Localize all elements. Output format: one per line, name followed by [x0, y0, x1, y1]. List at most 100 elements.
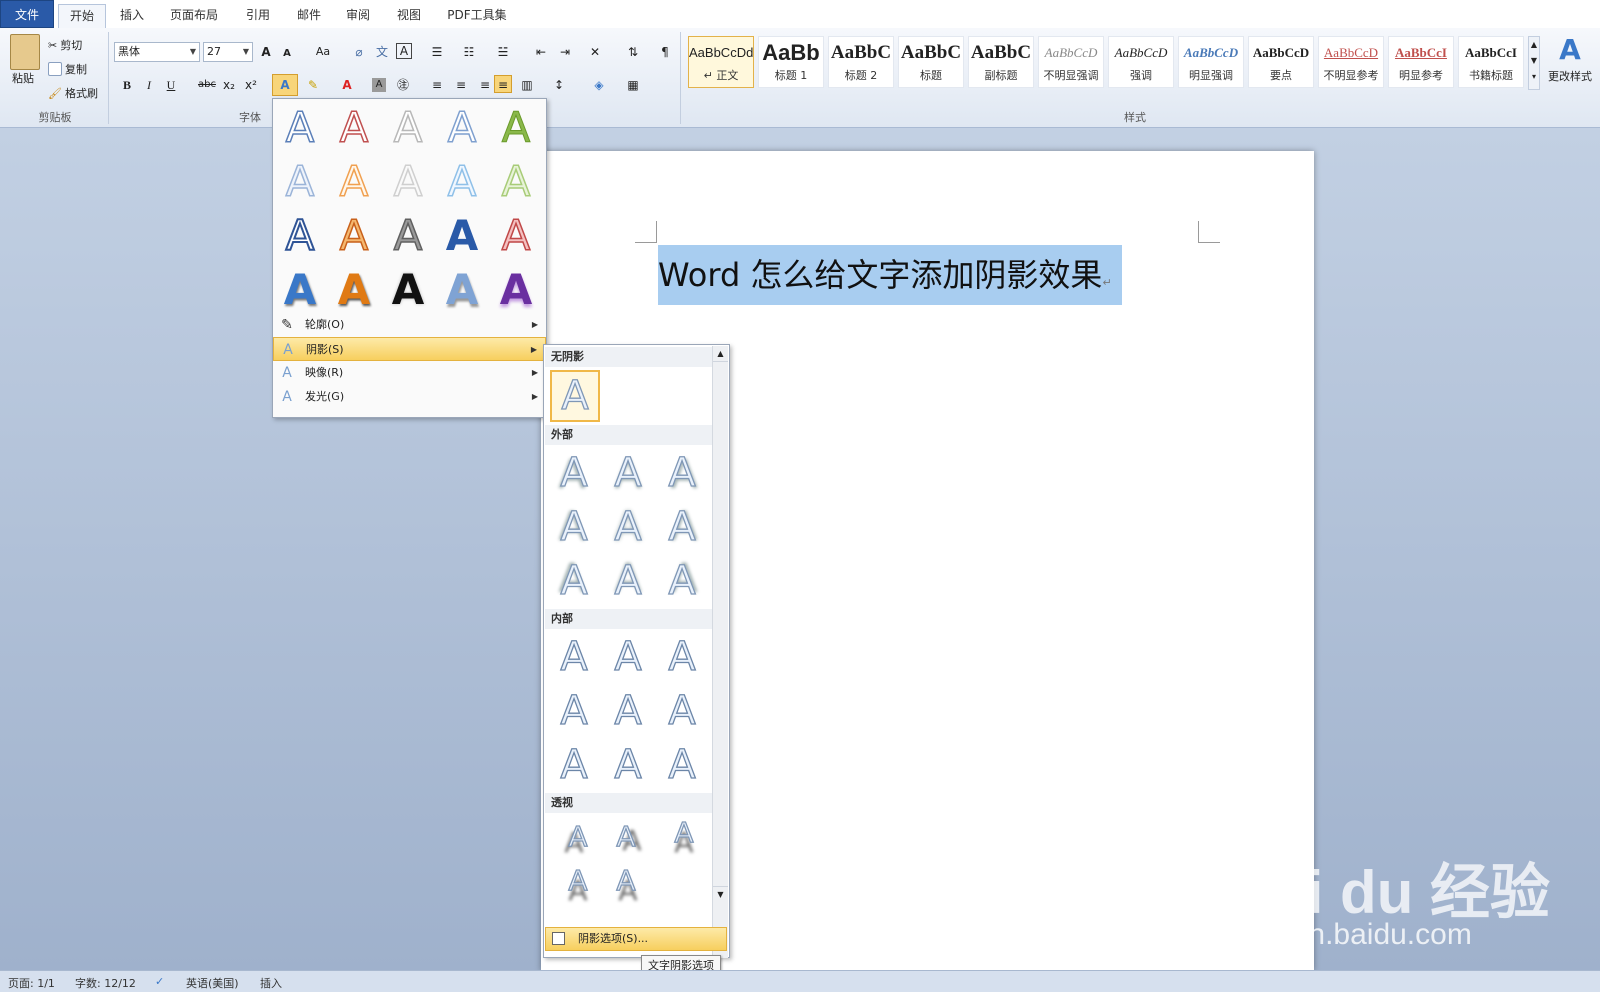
- effect-swatch[interactable]: A: [493, 104, 539, 151]
- tab-insert[interactable]: 插入: [110, 4, 154, 29]
- style-subtle-emphasis[interactable]: AaBbCcD 不明显强调: [1038, 36, 1104, 88]
- shadow-outer-option[interactable]: A: [660, 557, 704, 605]
- shading-icon[interactable]: ◈: [590, 76, 608, 94]
- change-case-button[interactable]: Aa: [310, 43, 336, 61]
- shadow-outer-option[interactable]: A: [552, 503, 596, 551]
- document-title-text[interactable]: Word 怎么给文字添加阴影效果↵: [658, 245, 1122, 305]
- style-intense-emphasis[interactable]: AaBbCcD 明显强调: [1178, 36, 1244, 88]
- character-border-icon[interactable]: A: [396, 43, 412, 59]
- style-normal[interactable]: AaBbCcDd ↵ 正文: [688, 36, 754, 88]
- underline-button[interactable]: U: [162, 76, 180, 94]
- status-language[interactable]: 英语(美国): [186, 975, 239, 991]
- style-book-title[interactable]: AaBbCcI 书籍标题: [1458, 36, 1524, 88]
- align-right-icon[interactable]: ≡: [476, 76, 494, 94]
- copy-button[interactable]: 复制: [48, 61, 87, 77]
- shadow-outer-option[interactable]: A: [606, 503, 650, 551]
- character-shading-icon[interactable]: A: [372, 78, 386, 92]
- effect-swatch[interactable]: A: [385, 104, 431, 152]
- font-name-combo[interactable]: 黑体 ▼: [114, 42, 200, 62]
- style-subtle-reference[interactable]: AaBbCcD 不明显参考: [1318, 36, 1384, 88]
- tab-file[interactable]: 文件: [0, 0, 54, 28]
- style-heading-2[interactable]: AaBbC 标题 2: [828, 36, 894, 88]
- style-subtitle[interactable]: AaBbC 副标题: [968, 36, 1034, 88]
- chinese-layout-icon[interactable]: ✕: [586, 43, 604, 61]
- effect-swatch[interactable]: A: [385, 212, 431, 260]
- effect-swatch[interactable]: A: [439, 158, 485, 206]
- menu-item-outline[interactable]: ✎ 轮廓(O) ▶: [273, 313, 546, 337]
- effect-swatch[interactable]: A: [331, 267, 377, 313]
- enclose-characters-icon[interactable]: ㊟: [394, 76, 412, 94]
- borders-icon[interactable]: ▦: [624, 76, 642, 94]
- shadow-inner-option[interactable]: A: [606, 687, 650, 735]
- sort-icon[interactable]: ⇅: [624, 43, 642, 61]
- effect-swatch[interactable]: A: [385, 267, 431, 313]
- effect-swatch[interactable]: A: [493, 212, 539, 260]
- status-page[interactable]: 页面: 1/1: [8, 975, 55, 991]
- effect-swatch[interactable]: A: [331, 104, 377, 152]
- effect-swatch[interactable]: A: [493, 267, 539, 313]
- shadow-perspective-option[interactable]: A: [604, 857, 648, 905]
- menu-item-shadow[interactable]: A 阴影(S) ▶: [273, 337, 546, 361]
- tab-review[interactable]: 审阅: [336, 4, 380, 29]
- shadow-outer-option[interactable]: A: [552, 449, 596, 497]
- effect-swatch[interactable]: A: [385, 158, 431, 206]
- style-emphasis[interactable]: AaBbCcD 强调: [1108, 36, 1174, 88]
- justify-icon[interactable]: ≡: [494, 75, 512, 93]
- scroll-down-icon[interactable]: ▼: [713, 886, 728, 902]
- phonetic-guide-icon[interactable]: 文: [373, 43, 391, 61]
- effect-swatch[interactable]: A: [439, 213, 485, 259]
- format-painter-button[interactable]: 🖌 格式刷: [48, 85, 98, 101]
- effect-swatch[interactable]: A: [331, 158, 377, 206]
- shadow-none-option[interactable]: A: [550, 370, 600, 422]
- shadow-inner-option[interactable]: A: [606, 741, 650, 789]
- style-intense-reference[interactable]: AaBbCcI 明显参考: [1388, 36, 1454, 88]
- proofing-icon[interactable]: ✓: [155, 975, 164, 988]
- status-word-count[interactable]: 字数: 12/12: [75, 975, 136, 991]
- style-heading-1[interactable]: AaBb 标题 1: [758, 36, 824, 88]
- scroll-up-icon[interactable]: ▲: [713, 346, 728, 362]
- effect-swatch[interactable]: A: [277, 267, 323, 313]
- strikethrough-button[interactable]: abc: [196, 76, 218, 94]
- shadow-outer-option[interactable]: A: [606, 449, 650, 497]
- decrease-indent-icon[interactable]: ⇤: [532, 43, 550, 61]
- tab-mailings[interactable]: 邮件: [287, 4, 331, 29]
- highlight-icon[interactable]: ✎: [304, 76, 322, 94]
- cut-button[interactable]: ✂ 剪切: [48, 37, 82, 53]
- shadow-inner-option[interactable]: A: [606, 633, 650, 681]
- menu-item-reflection[interactable]: A 映像(R) ▶: [273, 361, 546, 385]
- menu-item-glow[interactable]: A 发光(G) ▶: [273, 385, 546, 409]
- grow-font-button[interactable]: A: [257, 43, 275, 61]
- subscript-button[interactable]: x₂: [220, 76, 238, 94]
- line-spacing-icon[interactable]: ↕: [550, 76, 568, 94]
- tab-view[interactable]: 视图: [387, 4, 431, 29]
- shadow-outer-option[interactable]: A: [606, 557, 650, 605]
- tab-pdf-tools[interactable]: PDF工具集: [442, 4, 512, 29]
- effect-swatch[interactable]: A: [439, 267, 485, 313]
- shadow-outer-option[interactable]: A: [660, 449, 704, 497]
- shadow-inner-option[interactable]: A: [660, 741, 704, 789]
- shadow-inner-option[interactable]: A: [552, 633, 596, 681]
- numbering-icon[interactable]: ☷: [460, 43, 478, 61]
- submenu-scrollbar[interactable]: ▲ ▼: [712, 346, 728, 958]
- superscript-button[interactable]: x²: [242, 76, 260, 94]
- shadow-perspective-option[interactable]: A: [556, 857, 600, 905]
- tab-home[interactable]: 开始: [58, 4, 106, 30]
- tab-page-layout[interactable]: 页面布局: [162, 4, 226, 29]
- effect-swatch[interactable]: A: [277, 104, 323, 152]
- shadow-outer-option[interactable]: A: [660, 503, 704, 551]
- shadow-inner-option[interactable]: A: [660, 633, 704, 681]
- style-title[interactable]: AaBbC 标题: [898, 36, 964, 88]
- effect-swatch[interactable]: A: [277, 212, 323, 260]
- bullets-icon[interactable]: ☰: [428, 43, 446, 61]
- shadow-inner-option[interactable]: A: [552, 687, 596, 735]
- paste-button[interactable]: 粘贴: [12, 70, 34, 86]
- paste-icon[interactable]: [10, 34, 40, 70]
- shadow-perspective-option[interactable]: A: [604, 813, 648, 861]
- shadow-inner-option[interactable]: A: [660, 687, 704, 735]
- align-left-icon[interactable]: ≡: [428, 76, 446, 94]
- font-size-combo[interactable]: 27 ▼: [203, 42, 253, 62]
- effect-swatch[interactable]: A: [439, 104, 485, 152]
- bold-button[interactable]: B: [118, 76, 136, 94]
- multilevel-list-icon[interactable]: ☱: [494, 43, 512, 61]
- effect-swatch[interactable]: A: [493, 158, 539, 206]
